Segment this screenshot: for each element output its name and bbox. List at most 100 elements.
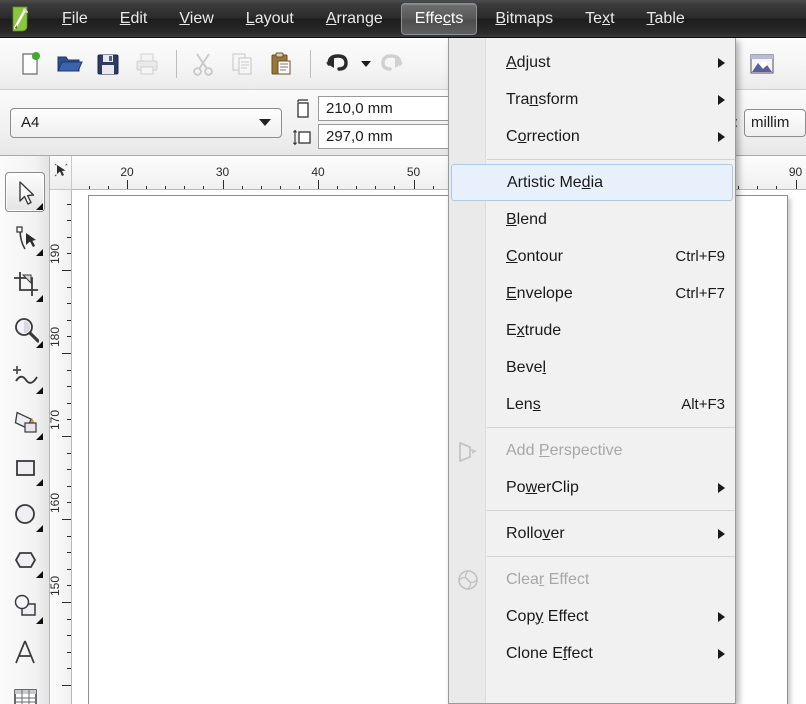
menu-item-copy-effect[interactable]: Copy Effect — [449, 598, 735, 635]
tool-flyout-arrow-icon[interactable] — [35, 525, 43, 532]
new-document-button[interactable] — [12, 46, 48, 82]
menu-item-correction[interactable]: Correction — [449, 118, 735, 155]
table-tool[interactable] — [5, 678, 45, 704]
menu-item-contour[interactable]: Contour Ctrl+F9 — [449, 238, 735, 275]
tool-flyout-arrow-icon[interactable] — [35, 433, 43, 440]
tool-flyout-arrow-icon[interactable] — [35, 341, 43, 348]
ruler-origin-icon[interactable] — [50, 156, 72, 190]
open-document-button[interactable] — [51, 46, 87, 82]
menu-separator — [487, 510, 735, 511]
ellipse-tool[interactable] — [5, 494, 45, 534]
menubar-item-edit[interactable]: Edit — [106, 3, 162, 35]
ruler-tick — [127, 180, 128, 189]
polygon-tool[interactable] — [5, 540, 45, 580]
submenu-arrow-icon[interactable] — [718, 94, 725, 105]
submenu-arrow-icon[interactable] — [718, 482, 725, 493]
submenu-arrow-icon[interactable] — [718, 131, 725, 142]
menu-item-transform[interactable]: Transform — [449, 81, 735, 118]
menu-item-label: Extrude — [506, 321, 562, 339]
menu-item-rollover[interactable]: Rollover — [449, 515, 735, 552]
menu-item-label: Transform — [506, 90, 579, 108]
ruler-tick — [67, 618, 71, 620]
paste-button[interactable] — [263, 46, 299, 82]
ruler-tick — [62, 270, 71, 271]
menu-item-shortcut: Ctrl+F7 — [675, 285, 725, 302]
submenu-arrow-icon[interactable] — [718, 648, 725, 659]
ruler-tick — [146, 186, 148, 189]
zoom-tool[interactable] — [5, 310, 45, 350]
menu-item-label: Adjust — [506, 53, 551, 71]
menu-item-label: Envelope — [506, 284, 573, 302]
menubar-item-file[interactable]: File — [48, 3, 102, 35]
ruler-tick — [67, 668, 71, 670]
menu-item-powerclip[interactable]: PowerClip — [449, 469, 735, 506]
ruler-tick — [776, 186, 778, 189]
menu-item-label: Add Perspective — [506, 441, 623, 459]
menu-item-lens[interactable]: Lens Alt+F3 — [449, 386, 735, 423]
ruler-tick — [795, 180, 797, 189]
chevron-down-icon[interactable] — [259, 119, 271, 126]
page-width-icon — [292, 98, 314, 120]
freehand-curve-icon — [12, 366, 38, 384]
menu-item-add-perspective: Add Perspective — [449, 432, 735, 469]
tool-flyout-arrow-icon[interactable] — [35, 203, 43, 210]
paper-type-select[interactable]: A4 — [10, 107, 282, 138]
menubar-item-view[interactable]: View — [165, 3, 227, 35]
tool-flyout-arrow-icon[interactable] — [35, 387, 43, 394]
import-image-button[interactable] — [744, 46, 780, 82]
units-select[interactable]: millim — [744, 108, 806, 137]
submenu-arrow-icon[interactable] — [718, 57, 725, 68]
ruler-tick — [67, 651, 71, 653]
tool-flyout-arrow-icon[interactable] — [35, 249, 43, 256]
submenu-arrow-icon[interactable] — [718, 528, 725, 539]
menu-separator — [487, 556, 735, 557]
menu-bar: File Edit View Layout Arrange Effects Bitmaps T… — [0, 0, 806, 38]
menu-separator — [487, 427, 735, 428]
menu-item-extrude[interactable]: Extrude — [449, 312, 735, 349]
tool-flyout-arrow-icon[interactable] — [35, 295, 43, 302]
tool-flyout-arrow-icon[interactable] — [35, 479, 43, 486]
basic-shapes-tool[interactable] — [5, 586, 45, 626]
menu-item-bevel[interactable]: Bevel — [449, 349, 735, 386]
coreldraw-nib-icon[interactable] — [6, 4, 36, 34]
submenu-arrow-icon[interactable] — [718, 611, 725, 622]
pick-tool[interactable] — [4, 172, 45, 212]
vertical-ruler[interactable]: 190 180 170 160 150 — [50, 190, 72, 704]
ruler-tick — [67, 319, 71, 321]
tool-flyout-arrow-icon[interactable] — [35, 571, 43, 578]
ruler-label-v: 180 — [50, 326, 62, 348]
menu-item-envelope[interactable]: Envelope Ctrl+F7 — [449, 275, 735, 312]
tool-flyout-arrow-icon[interactable] — [35, 617, 43, 624]
menu-item-adjust[interactable]: Adjust — [449, 44, 735, 81]
menu-item-clone-effect[interactable]: Clone Effect — [449, 635, 735, 672]
undo-button[interactable] — [319, 46, 355, 82]
ruler-tick — [107, 186, 109, 189]
menubar-item-effects[interactable]: Effects — [400, 2, 478, 35]
text-tool[interactable] — [5, 632, 45, 672]
menu-item-label: Copy Effect — [506, 607, 589, 625]
menu-item-artistic-media[interactable]: Artistic Media — [451, 164, 733, 201]
paper-type-value: A4 — [21, 114, 40, 131]
menubar-item-bitmaps[interactable]: Bitmaps — [481, 3, 567, 35]
cut-button — [185, 46, 221, 82]
rectangle-tool[interactable] — [5, 448, 45, 488]
ruler-tick — [67, 203, 71, 205]
ruler-tick — [67, 402, 71, 404]
crop-tool[interactable] — [5, 264, 45, 304]
shape-tool[interactable] — [5, 218, 45, 258]
ruler-tick — [184, 186, 186, 189]
basic-shapes-icon — [14, 594, 36, 616]
ruler-label-h: 30 — [215, 165, 230, 179]
coreldraw-window: File Edit View Layout Arrange Effects Bitmaps T… — [0, 0, 806, 704]
menubar-item-table[interactable]: Table — [633, 3, 699, 35]
menubar-item-text[interactable]: Text — [571, 3, 628, 35]
freehand-tool[interactable] — [5, 356, 45, 396]
save-document-button[interactable] — [90, 46, 126, 82]
menubar-item-arrange[interactable]: Arrange — [312, 3, 397, 35]
toolbar-separator-1 — [176, 49, 177, 78]
undo-dropdown-caret-down-icon[interactable] — [358, 46, 374, 82]
menu-item-blend[interactable]: Blend — [449, 201, 735, 238]
ruler-label-h: 40 — [311, 165, 325, 179]
menubar-item-layout[interactable]: Layout — [232, 3, 308, 35]
smart-fill-tool[interactable] — [5, 402, 45, 442]
